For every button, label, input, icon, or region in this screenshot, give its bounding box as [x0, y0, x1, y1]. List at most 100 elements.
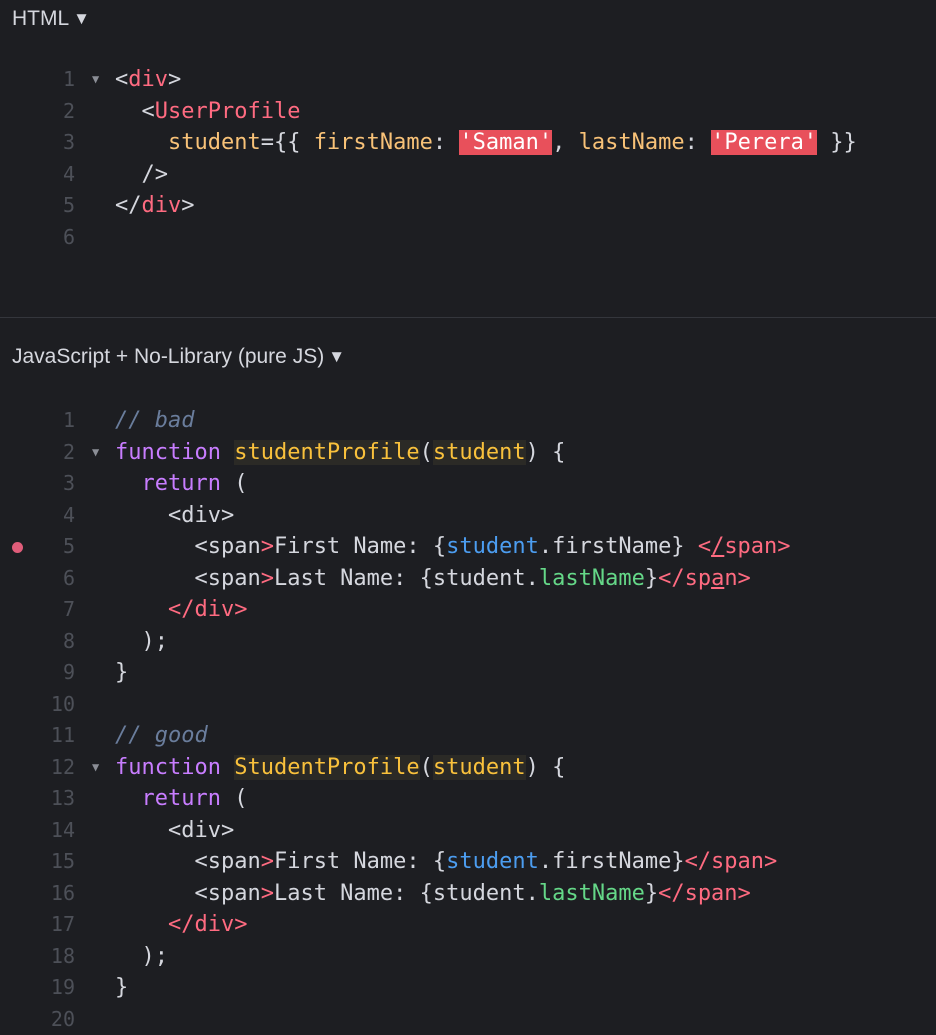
line-number[interactable]: 3: [30, 468, 75, 500]
code-token: }}: [817, 130, 857, 155]
code-token: student: [446, 849, 539, 874]
code-line[interactable]: 3 return (: [0, 468, 936, 500]
code-line-content: </div>: [115, 594, 247, 626]
code-token: </: [115, 193, 142, 218]
line-number[interactable]: 9: [30, 657, 75, 689]
code-line[interactable]: 12▼function StudentProfile(student) {: [0, 752, 936, 784]
code-token: <: [115, 534, 208, 559]
caret-down-icon[interactable]: ▼: [328, 345, 345, 369]
code-line[interactable]: 4 <div>: [0, 500, 936, 532]
line-number[interactable]: 6: [30, 222, 75, 254]
line-number[interactable]: 15: [30, 846, 75, 878]
code-token: n>: [724, 566, 751, 591]
line-number[interactable]: 13: [30, 783, 75, 815]
code-line-content: function studentProfile(student) {: [115, 437, 565, 469]
code-token: />: [115, 162, 168, 187]
code-line-content: <span>First Name: {student.firstName} </…: [115, 531, 791, 563]
code-line[interactable]: 6 <span>Last Name: {student.lastName}</s…: [0, 563, 936, 595]
code-line[interactable]: 6: [0, 222, 936, 254]
code-token: span>: [724, 534, 790, 559]
code-line[interactable]: 5</div>: [0, 190, 936, 222]
code-token: div: [181, 818, 221, 843]
code-line[interactable]: 8 );: [0, 626, 936, 658]
html-panel-header[interactable]: HTML▼: [12, 7, 90, 32]
code-token: studentProfile: [234, 440, 419, 465]
line-number[interactable]: 4: [30, 500, 75, 532]
code-line[interactable]: 2 ▼ function studentProfile(student) {: [0, 437, 936, 469]
fold-toggle-icon[interactable]: ▼: [92, 437, 99, 469]
code-token: >: [261, 566, 274, 591]
line-number[interactable]: 3: [30, 127, 75, 159]
code-line[interactable]: 19}: [0, 972, 936, 1004]
code-token: StudentProfile: [234, 755, 419, 780]
code-token: <: [115, 849, 208, 874]
code-token: <: [115, 881, 208, 906]
line-number[interactable]: 17: [30, 909, 75, 941]
fold-toggle-icon[interactable]: ▼: [92, 752, 99, 784]
code-line[interactable]: 10: [0, 689, 936, 721]
code-line[interactable]: 7 </div>: [0, 594, 936, 626]
breakpoint-icon[interactable]: [12, 542, 23, 553]
code-token: );: [115, 944, 168, 969]
line-number[interactable]: 5: [30, 531, 75, 563]
code-line-content: // bad: [115, 405, 194, 437]
caret-down-icon[interactable]: ▼: [73, 7, 90, 31]
line-number[interactable]: 2: [30, 437, 75, 469]
line-number[interactable]: 14: [30, 815, 75, 847]
code-line[interactable]: 5 <span>First Name: {student.firstName} …: [0, 531, 936, 563]
line-number[interactable]: 6: [30, 563, 75, 595]
line-number[interactable]: 19: [30, 972, 75, 1004]
code-line[interactable]: 18 );: [0, 941, 936, 973]
line-number[interactable]: 7: [30, 594, 75, 626]
html-code-area[interactable]: 1▼<div>2 <UserProfile3 student={{ firstN…: [0, 64, 936, 253]
line-number[interactable]: 11: [30, 720, 75, 752]
code-line-content: }: [115, 657, 128, 689]
code-line-content: />: [115, 159, 168, 191]
line-number[interactable]: 5: [30, 190, 75, 222]
code-token: <: [115, 818, 181, 843]
line-number[interactable]: 2: [30, 96, 75, 128]
code-token: First Name: {: [274, 534, 446, 559]
line-number[interactable]: 1: [30, 64, 75, 96]
code-line[interactable]: 16 <span>Last Name: {student.lastName}</…: [0, 878, 936, 910]
code-token: ={{: [261, 130, 314, 155]
code-token: </div>: [115, 597, 247, 622]
line-number[interactable]: 8: [30, 626, 75, 658]
code-token: (: [420, 755, 433, 780]
code-line[interactable]: 2 <UserProfile: [0, 96, 936, 128]
code-token: First Name: {: [274, 849, 446, 874]
code-line-content: <div>: [115, 500, 234, 532]
code-line[interactable]: 4 />: [0, 159, 936, 191]
code-token: Last Name: {student.: [274, 881, 539, 906]
line-number[interactable]: 18: [30, 941, 75, 973]
code-token: >: [181, 193, 194, 218]
line-number[interactable]: 10: [30, 689, 75, 721]
line-number[interactable]: 12: [30, 752, 75, 784]
fold-toggle-icon[interactable]: ▼: [92, 64, 99, 96]
code-token: (: [420, 440, 433, 465]
code-line[interactable]: 13 return (: [0, 783, 936, 815]
line-number[interactable]: 1: [30, 405, 75, 437]
code-token: >: [261, 534, 274, 559]
code-line[interactable]: 9}: [0, 657, 936, 689]
line-number[interactable]: 20: [30, 1004, 75, 1035]
code-token: >: [221, 818, 234, 843]
code-line[interactable]: 14 <div>: [0, 815, 936, 847]
code-token: firstName: [314, 130, 433, 155]
code-line[interactable]: 1▼<div>: [0, 64, 936, 96]
code-line[interactable]: 20: [0, 1004, 936, 1035]
line-number[interactable]: 4: [30, 159, 75, 191]
code-line[interactable]: 11// good: [0, 720, 936, 752]
code-token: 'Perera': [711, 130, 817, 155]
js-panel-title: JavaScript + No-Library (pure JS): [12, 345, 324, 368]
line-number[interactable]: 16: [30, 878, 75, 910]
code-line[interactable]: 17 </div>: [0, 909, 936, 941]
code-token: );: [115, 629, 168, 654]
code-line-content: <div>: [115, 815, 234, 847]
js-code-area[interactable]: 1 // bad 2 ▼ function studentProfile(student…: [0, 405, 936, 1035]
code-line-content: );: [115, 626, 168, 658]
js-panel-header[interactable]: JavaScript + No-Library (pure JS)▼: [12, 345, 345, 370]
code-line[interactable]: 1 // bad: [0, 405, 936, 437]
code-line[interactable]: 15 <span>First Name: {student.firstName}…: [0, 846, 936, 878]
code-line[interactable]: 3 student={{ firstName: 'Saman', lastNam…: [0, 127, 936, 159]
